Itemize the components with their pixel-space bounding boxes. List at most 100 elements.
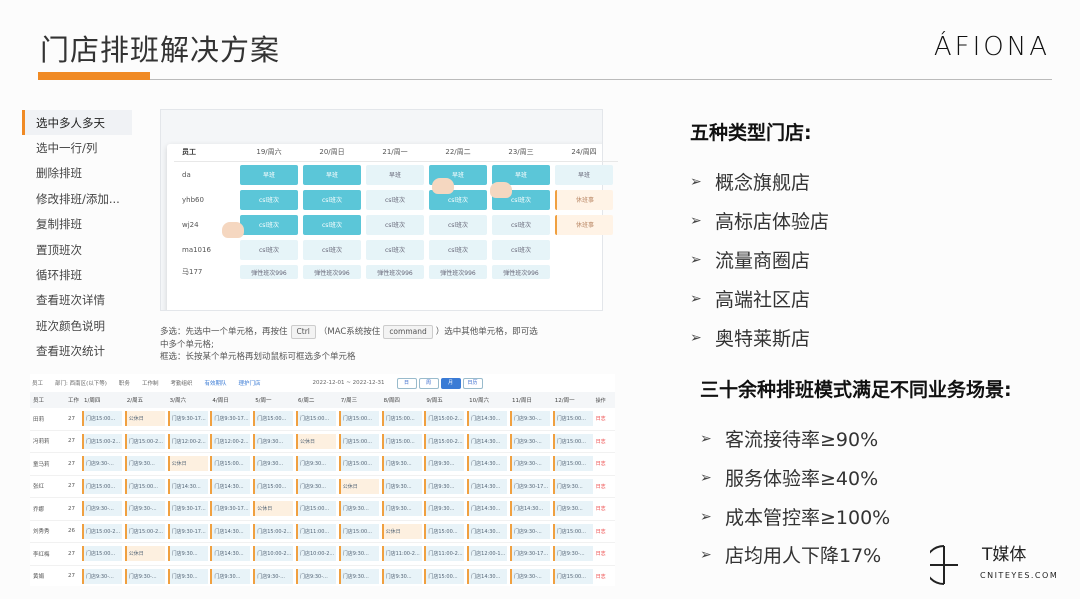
shift-cell[interactable]: 门店9:30-17... <box>167 501 208 517</box>
shift-cell[interactable]: 门店9:30... <box>424 478 465 494</box>
shift-cell[interactable]: 门店15:00-2... <box>424 433 465 449</box>
shift-cell[interactable]: 门店10:00-2... <box>253 546 294 562</box>
shift-cell[interactable]: csl班次 <box>366 189 424 210</box>
log-link[interactable]: 日志 <box>596 438 610 445</box>
shift-cell[interactable]: 门店15:00... <box>552 456 593 472</box>
shift-cell[interactable]: 门店9:30-... <box>509 456 550 472</box>
shift-cell[interactable]: 门店15:00... <box>338 433 379 449</box>
shift-cell[interactable]: 门店15:00... <box>552 411 593 427</box>
sidebar-item-select-row-col[interactable]: 选中一行/列 <box>22 135 132 160</box>
filter-department[interactable]: 部门: 西南区(以下等) <box>55 379 107 387</box>
shift-cell[interactable]: 门店9:30... <box>295 456 336 472</box>
shift-cell[interactable]: csl班次 <box>429 239 487 260</box>
log-link[interactable]: 日志 <box>596 573 610 580</box>
shift-cell[interactable]: 弹性班次996 <box>429 265 487 279</box>
shift-cell[interactable]: 门店9:30-17... <box>509 478 550 494</box>
shift-cell[interactable]: 门店9:30... <box>552 478 593 494</box>
shift-cell[interactable]: 门店12:00-2... <box>167 433 208 449</box>
shift-cell[interactable]: 门店14:30... <box>210 523 251 539</box>
shift-cell[interactable]: 弹性班次996 <box>303 265 361 279</box>
sidebar-item-color-legend[interactable]: 班次颜色说明 <box>22 313 132 338</box>
shift-cell[interactable]: 门店9:30-17... <box>167 523 208 539</box>
shift-cell[interactable]: 门店12:00-2... <box>210 433 251 449</box>
shift-cell[interactable]: 门店15:00... <box>552 433 593 449</box>
log-link[interactable]: 日志 <box>596 460 610 467</box>
shift-cell[interactable]: 门店9:30-... <box>295 568 336 584</box>
shift-cell[interactable]: 门店15:00... <box>253 478 294 494</box>
shift-cell[interactable]: 门店14:30... <box>167 478 208 494</box>
shift-cell[interactable]: 门店9:30... <box>167 568 208 584</box>
shift-cell[interactable]: 门店15:00... <box>82 478 122 494</box>
shift-cell[interactable]: 门店14:30... <box>467 568 508 584</box>
filter-position[interactable]: 职务 <box>119 379 130 387</box>
date-range[interactable]: 2022-12-01 ~ 2022-12-31 <box>313 380 385 386</box>
sidebar-item-cyclic-shift[interactable]: 循环排班 <box>22 262 132 287</box>
view-day-button[interactable]: 日 <box>396 377 417 389</box>
shift-cell[interactable]: 休班事 <box>555 189 613 210</box>
shift-cell[interactable]: 门店14:30... <box>467 501 508 517</box>
shift-cell[interactable]: csl班次 <box>366 214 424 235</box>
shift-cell[interactable]: 门店9:30-17... <box>509 546 550 562</box>
shift-cell[interactable]: 门店9:30... <box>381 478 422 494</box>
shift-cell[interactable]: 门店9:30-... <box>509 433 550 449</box>
shift-cell[interactable]: csl班次 <box>492 214 550 235</box>
shift-cell[interactable]: 门店14:30... <box>509 501 550 517</box>
shift-cell[interactable]: 门店15:00-2... <box>253 523 294 539</box>
shift-cell[interactable]: 门店15:00... <box>338 456 379 472</box>
shift-cell[interactable]: 公休日 <box>124 546 165 562</box>
shift-cell[interactable]: 门店9:30-... <box>253 568 294 584</box>
log-link[interactable]: 日志 <box>596 550 610 557</box>
shift-cell[interactable]: 门店9:30... <box>381 456 422 472</box>
shift-cell[interactable]: 门店15:00... <box>552 523 593 539</box>
shift-cell[interactable]: 门店15:00... <box>295 501 336 517</box>
shift-cell[interactable]: 门店9:30... <box>338 568 379 584</box>
shift-cell[interactable]: 门店9:30... <box>210 568 251 584</box>
shift-cell[interactable]: 门店15:00-2... <box>124 433 165 449</box>
shift-cell[interactable]: 公休日 <box>253 501 294 517</box>
shift-cell[interactable]: csl班次 <box>366 239 424 260</box>
shift-cell[interactable]: 门店14:30... <box>467 456 508 472</box>
shift-cell[interactable]: 门店9:30... <box>381 501 422 517</box>
shift-cell[interactable]: csl班次 <box>240 189 298 210</box>
shift-cell[interactable]: 门店15:00... <box>82 411 122 427</box>
shift-cell[interactable]: 公休日 <box>338 478 379 494</box>
shift-cell[interactable]: 门店9:30-... <box>124 568 165 584</box>
shift-cell[interactable]: 门店15:00... <box>210 456 251 472</box>
shift-cell[interactable]: 公休日 <box>167 456 208 472</box>
shift-cell[interactable]: 门店9:30-... <box>82 501 122 517</box>
sidebar-item-multi-select[interactable]: 选中多人多天 <box>22 110 132 136</box>
shift-cell[interactable]: 门店14:30... <box>210 478 251 494</box>
shift-cell[interactable]: 门店9:30... <box>253 456 294 472</box>
shift-cell[interactable]: 早班 <box>555 164 613 185</box>
shift-cell[interactable]: 门店15:00-2... <box>424 411 465 427</box>
shift-cell[interactable]: 休班事 <box>555 214 613 235</box>
shift-cell[interactable]: 门店15:00... <box>338 523 379 539</box>
shift-cell[interactable]: 早班 <box>303 164 361 185</box>
shift-cell[interactable]: 门店9:30-17... <box>210 411 251 427</box>
sidebar-item-shift-stats[interactable]: 查看班次统计 <box>22 339 132 364</box>
shift-cell[interactable]: 门店9:30-... <box>552 546 593 562</box>
sidebar-item-shift-details[interactable]: 查看班次详情 <box>22 288 132 313</box>
shift-cell[interactable]: 门店9:30... <box>424 456 465 472</box>
shift-cell[interactable]: csl班次 <box>303 214 361 235</box>
shift-cell[interactable]: 门店15:00... <box>424 568 465 584</box>
shift-cell[interactable]: 门店9:30-... <box>82 568 122 584</box>
shift-cell[interactable]: 公休日 <box>295 433 336 449</box>
shift-cell[interactable]: csl班次 <box>240 214 298 235</box>
view-calendar-button[interactable]: 日历 <box>462 377 483 389</box>
filter-work-system[interactable]: 工作制 <box>142 379 159 387</box>
log-link[interactable]: 日志 <box>596 483 610 490</box>
shift-cell[interactable]: 门店9:30... <box>552 501 593 517</box>
shift-cell[interactable]: 门店9:30... <box>124 456 165 472</box>
shift-cell[interactable]: 门店9:30... <box>381 568 422 584</box>
shift-cell[interactable]: 门店9:30-... <box>509 523 550 539</box>
shift-cell[interactable]: csl班次 <box>240 239 298 260</box>
shift-cell[interactable]: 门店9:30-17... <box>210 501 251 517</box>
log-link[interactable]: 日志 <box>596 415 610 422</box>
shift-cell[interactable]: 门店14:30... <box>467 433 508 449</box>
shift-cell[interactable]: 门店15:00-2... <box>82 523 122 539</box>
shift-cell[interactable]: 门店15:00... <box>338 411 379 427</box>
view-month-button[interactable]: 月 <box>440 377 461 389</box>
view-week-button[interactable]: 周 <box>418 377 439 389</box>
shift-cell[interactable]: 门店15:00... <box>381 411 422 427</box>
